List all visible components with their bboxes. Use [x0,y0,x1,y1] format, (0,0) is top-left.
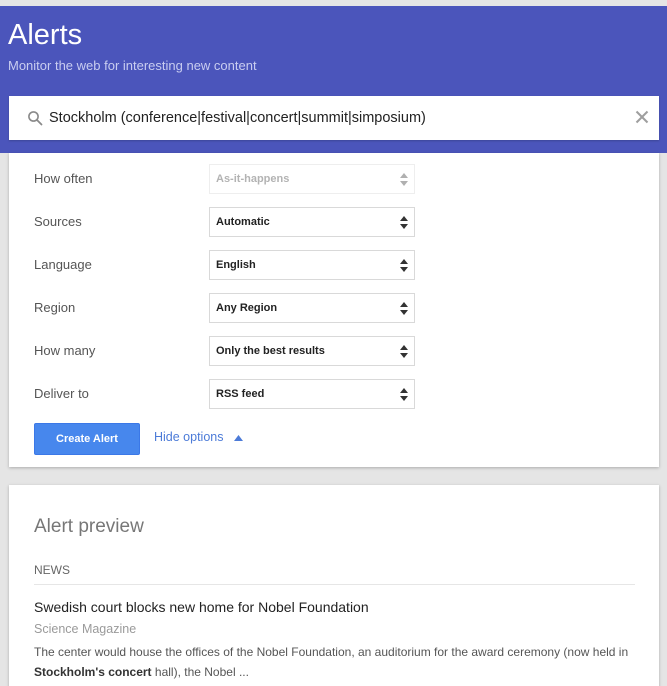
snippet-text: The center would house the offices of th… [34,645,629,659]
search-input[interactable]: Stockholm (conference|festival|concert|s… [9,96,659,140]
alert-options-card: How often As-it-happens Sources Automati… [9,153,659,467]
how-many-select[interactable]: Only the best results [209,336,415,366]
option-row-how-many: How many Only the best results [9,336,659,366]
option-label: Region [34,300,76,315]
select-value: English [216,259,256,271]
result-source: Science Magazine [34,622,137,636]
caret-up-icon [233,434,243,441]
updown-arrows-icon [400,259,408,272]
select-value: As-it-happens [216,173,290,185]
option-row-deliver-to: Deliver to RSS feed [9,379,659,409]
language-select[interactable]: English [209,250,415,280]
news-section-label: NEWS [34,563,70,577]
hide-options-link[interactable]: Hide options [154,430,243,444]
close-icon[interactable] [635,110,649,124]
search-icon [28,111,43,126]
preview-title: Alert preview [34,516,144,537]
option-row-sources: Sources Automatic [9,207,659,237]
option-label: How many [34,343,96,358]
search-query-text[interactable]: Stockholm (conference|festival|concert|s… [49,110,426,126]
option-row-language: Language English [9,250,659,280]
deliver-to-select[interactable]: RSS feed [209,379,415,409]
option-label: Sources [34,214,82,229]
hide-options-label: Hide options [154,430,224,444]
select-value: RSS feed [216,388,265,400]
updown-arrows-icon [400,388,408,401]
header: Alerts Monitor the web for interesting n… [0,6,667,153]
page-title: Alerts [8,19,83,51]
section-divider [34,584,635,585]
page-subtitle: Monitor the web for interesting new cont… [8,58,257,73]
updown-arrows-icon [400,345,408,358]
select-value: Any Region [216,302,278,314]
select-value: Automatic [216,216,270,228]
sources-select[interactable]: Automatic [209,207,415,237]
option-row-how-often: How often As-it-happens [9,164,659,194]
updown-arrows-icon [400,216,408,229]
create-alert-button[interactable]: Create Alert [34,423,140,455]
alerts-page: Alerts Monitor the web for interesting n… [0,0,667,686]
result-snippet: The center would house the offices of th… [34,642,636,682]
option-label: Deliver to [34,386,89,401]
updown-arrows-icon [400,302,408,315]
snippet-highlight: Stockholm's concert [34,665,152,679]
region-select[interactable]: Any Region [209,293,415,323]
option-label: How often [34,171,93,186]
snippet-text-end: hall), the Nobel ... [151,665,249,679]
how-often-select: As-it-happens [209,164,415,194]
select-value: Only the best results [216,345,325,357]
result-title-link[interactable]: Swedish court blocks new home for Nobel … [34,599,369,615]
alert-preview-card: Alert preview NEWS Swedish court blocks … [9,485,659,686]
option-label: Language [34,257,92,272]
option-row-region: Region Any Region [9,293,659,323]
updown-arrows-icon [400,173,408,186]
